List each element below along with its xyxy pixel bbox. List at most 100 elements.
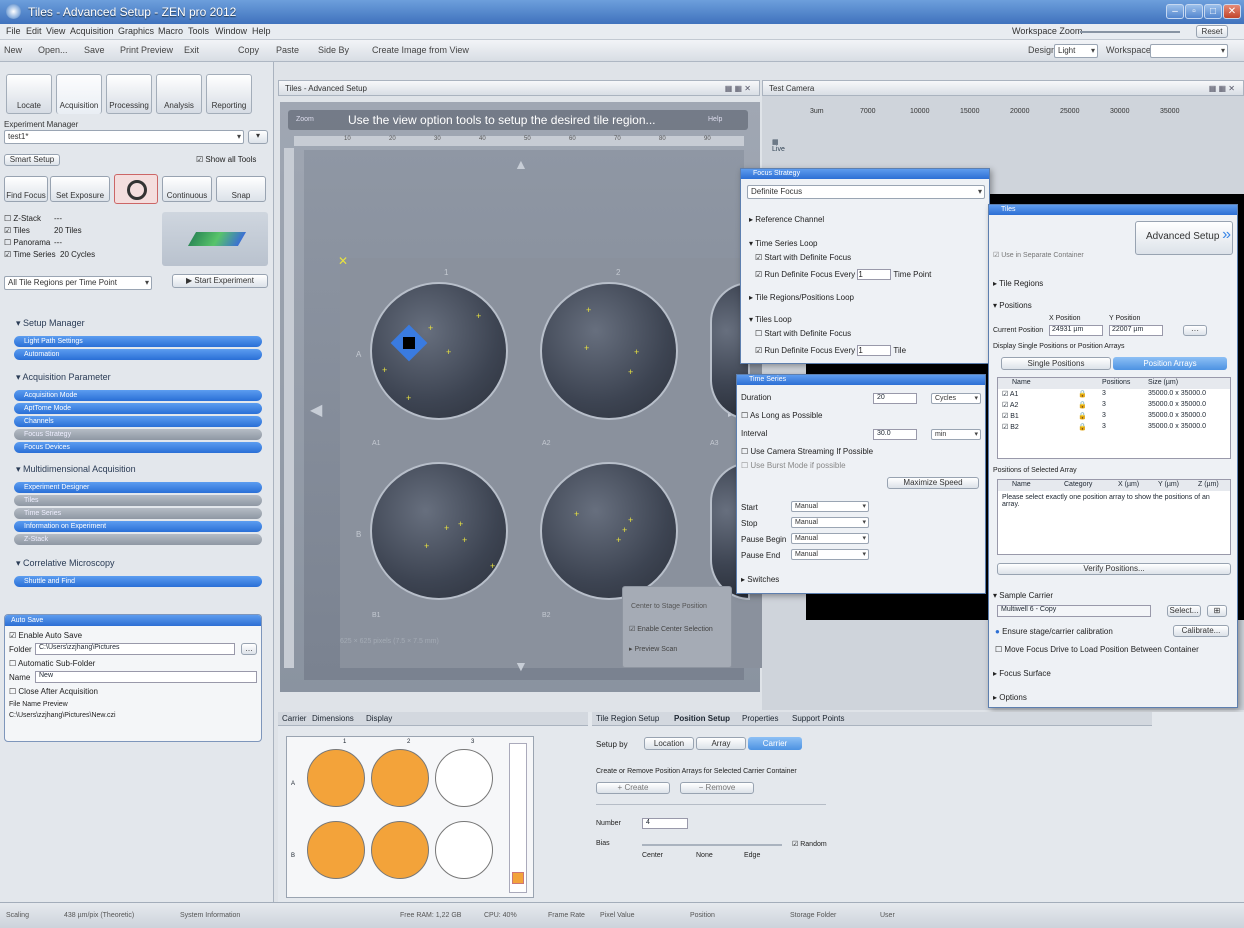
browse-folder-button[interactable]: … <box>241 643 257 655</box>
random-checkbox[interactable]: ☑ Random <box>792 840 827 848</box>
position-marker-icon[interactable]: + <box>628 516 633 525</box>
position-marker-icon[interactable]: + <box>574 510 579 519</box>
show-all-tools-checkbox[interactable]: ☑ Show all Tools <box>196 155 256 164</box>
use-separate-container-checkbox[interactable]: ☑ Use in Separate Container <box>993 251 1084 259</box>
position-marker-icon[interactable]: + <box>616 536 621 545</box>
start-experiment-button[interactable]: ▶ Start Experiment <box>172 274 268 288</box>
exit-button[interactable]: Exit <box>184 45 199 55</box>
position-marker-icon[interactable]: + <box>584 344 589 353</box>
lock-icon[interactable]: 🔒 <box>1078 390 1087 398</box>
section-focus-strategy[interactable]: Focus Strategy <box>14 429 262 440</box>
tab-tile-region-setup[interactable]: Tile Region Setup <box>596 714 659 723</box>
auto-subfolder-checkbox[interactable]: ☐ Automatic Sub-Folder <box>9 659 95 668</box>
tab-tiles-advanced-setup[interactable]: Tiles - Advanced Setup <box>285 84 367 93</box>
lock-icon[interactable]: 🔒 <box>1078 423 1087 431</box>
tile-mode-select[interactable]: All Tile Regions per Time Point <box>4 276 152 290</box>
tab-carrier[interactable]: Carrier <box>282 714 306 723</box>
carrier-well-b3[interactable] <box>435 821 493 879</box>
tab-reporting[interactable]: Reporting <box>206 74 252 114</box>
acquisition-parameter-header[interactable]: ▾ Acquisition Parameter <box>16 372 111 383</box>
zoom-slider[interactable] <box>1080 31 1180 33</box>
setup-array-button[interactable]: Array <box>696 737 746 750</box>
minimize-button[interactable]: – <box>1166 4 1184 19</box>
restore-button[interactable]: ▫ <box>1185 4 1203 19</box>
menu-help[interactable]: Help <box>252 26 271 36</box>
section-shuttle-find[interactable]: Shuttle and Find <box>14 576 262 587</box>
bias-slider[interactable] <box>642 844 782 846</box>
name-input[interactable]: New <box>35 671 257 683</box>
tiles-loop-toggle[interactable]: ▾ Tiles Loop <box>749 315 792 324</box>
dim-tiles[interactable]: ☑ Tiles 20 Tiles <box>4 226 82 235</box>
position-marker-icon[interactable]: + <box>490 562 495 571</box>
menu-tools[interactable]: Tools <box>188 26 209 36</box>
stage-area[interactable]: ▲ ▼ ◀ ▶ ✕ 1 2 A B + + + + + + + + + + + … <box>304 150 780 680</box>
run-df-interval-input[interactable]: 1 <box>857 269 892 280</box>
experiment-select[interactable]: test1* <box>4 130 244 144</box>
pan-up-icon[interactable]: ▲ <box>514 156 528 172</box>
print-preview-button[interactable]: Print Preview <box>120 45 173 55</box>
col-size[interactable]: Size (µm) <box>1148 379 1178 386</box>
y-position-value[interactable]: 22007 µm <box>1109 325 1163 336</box>
stop-select[interactable]: Manual <box>791 517 869 528</box>
save-button[interactable]: Save <box>84 45 105 55</box>
tab-display[interactable]: Display <box>366 714 392 723</box>
duration-unit-select[interactable]: Cycles <box>931 393 981 404</box>
close-button[interactable]: ✕ <box>1223 4 1241 19</box>
section-acquisition-mode[interactable]: Acquisition Mode <box>14 390 262 401</box>
carrier-well-a2[interactable] <box>371 749 429 807</box>
interval-input[interactable]: 30.0 <box>873 429 917 440</box>
experiment-options-button[interactable]: ▾ <box>248 130 268 144</box>
single-positions-button[interactable]: Single Positions <box>1001 357 1111 370</box>
start-select[interactable]: Manual <box>791 501 869 512</box>
create-image-button[interactable]: Create Image from View <box>372 45 469 55</box>
pan-down-icon[interactable]: ▼ <box>514 658 528 674</box>
enable-autosave-checkbox[interactable]: ☑ Enable Auto Save <box>9 631 82 640</box>
position-marker-icon[interactable]: + <box>622 526 627 535</box>
design-select[interactable]: Light <box>1054 44 1098 58</box>
verify-positions-button[interactable]: Verify Positions... <box>997 563 1231 575</box>
tile-regions-toggle[interactable]: ▸ Tile Regions <box>993 279 1043 288</box>
section-light-path[interactable]: Light Path Settings <box>14 336 262 347</box>
as-long-checkbox[interactable]: ☐ As Long as Possible <box>741 411 822 420</box>
table-row[interactable]: ☑ A2 🔒 3 35000.0 x 35000.0 <box>998 401 1230 412</box>
section-automation[interactable]: Automation <box>14 349 262 360</box>
position-marker-icon[interactable]: + <box>446 348 451 357</box>
dim-zstack[interactable]: ☐ Z-Stack --- <box>4 214 62 223</box>
position-marker-icon[interactable]: + <box>406 394 411 403</box>
section-focus-devices[interactable]: Focus Devices <box>14 442 262 453</box>
position-marker-icon[interactable]: + <box>634 348 639 357</box>
position-marker-icon[interactable]: + <box>462 536 467 545</box>
side-by-button[interactable]: Side By <box>318 45 349 55</box>
advanced-setup-button[interactable]: Advanced Setup » <box>1135 221 1233 255</box>
reset-button[interactable]: Reset <box>1196 25 1228 38</box>
section-time-series[interactable]: Time Series <box>14 508 262 519</box>
carrier-well-b2[interactable] <box>371 821 429 879</box>
position-marker-icon[interactable]: + <box>424 542 429 551</box>
dim-time-series[interactable]: ☑ Time Series 20 Cycles <box>4 250 95 259</box>
reference-channel-toggle[interactable]: ▸ Reference Channel <box>749 215 824 224</box>
tab-dimensions[interactable]: Dimensions <box>312 714 354 723</box>
section-channels[interactable]: Channels <box>14 416 262 427</box>
position-marker-icon[interactable]: + <box>476 312 481 321</box>
center-to-stage-item[interactable]: Center to Stage Position <box>631 603 707 610</box>
menu-window[interactable]: Window <box>215 26 247 36</box>
pan-left-icon[interactable]: ◀ <box>310 400 322 420</box>
section-experiment-designer[interactable]: Experiment Designer <box>14 482 262 493</box>
interval-unit-select[interactable]: min <box>931 429 981 440</box>
start-definite-focus-2-checkbox[interactable]: ☐ Start with Definite Focus <box>755 329 851 338</box>
maximize-speed-button[interactable]: Maximize Speed <box>887 477 979 489</box>
tab-position-setup[interactable]: Position Setup <box>674 714 730 723</box>
switches-toggle[interactable]: ▸ Switches <box>741 575 779 584</box>
tab-properties[interactable]: Properties <box>742 714 778 723</box>
section-info-experiment[interactable]: Information on Experiment <box>14 521 262 532</box>
setup-manager-header[interactable]: ▾ Setup Manager <box>16 318 85 329</box>
menu-edit[interactable]: Edit <box>26 26 42 36</box>
lock-icon[interactable]: 🔒 <box>1078 401 1087 409</box>
tab-analysis[interactable]: Analysis <box>156 74 202 114</box>
number-input[interactable]: 4 <box>642 818 688 829</box>
workspace-select[interactable] <box>1150 44 1228 58</box>
move-focus-checkbox[interactable]: ☐ Move Focus Drive to Load Position Betw… <box>995 645 1199 654</box>
menu-graphics[interactable]: Graphics <box>118 26 154 36</box>
table-row[interactable]: ☑ B1 🔒 3 35000.0 x 35000.0 <box>998 412 1230 423</box>
sample-carrier-toggle[interactable]: ▾ Sample Carrier <box>993 591 1053 600</box>
